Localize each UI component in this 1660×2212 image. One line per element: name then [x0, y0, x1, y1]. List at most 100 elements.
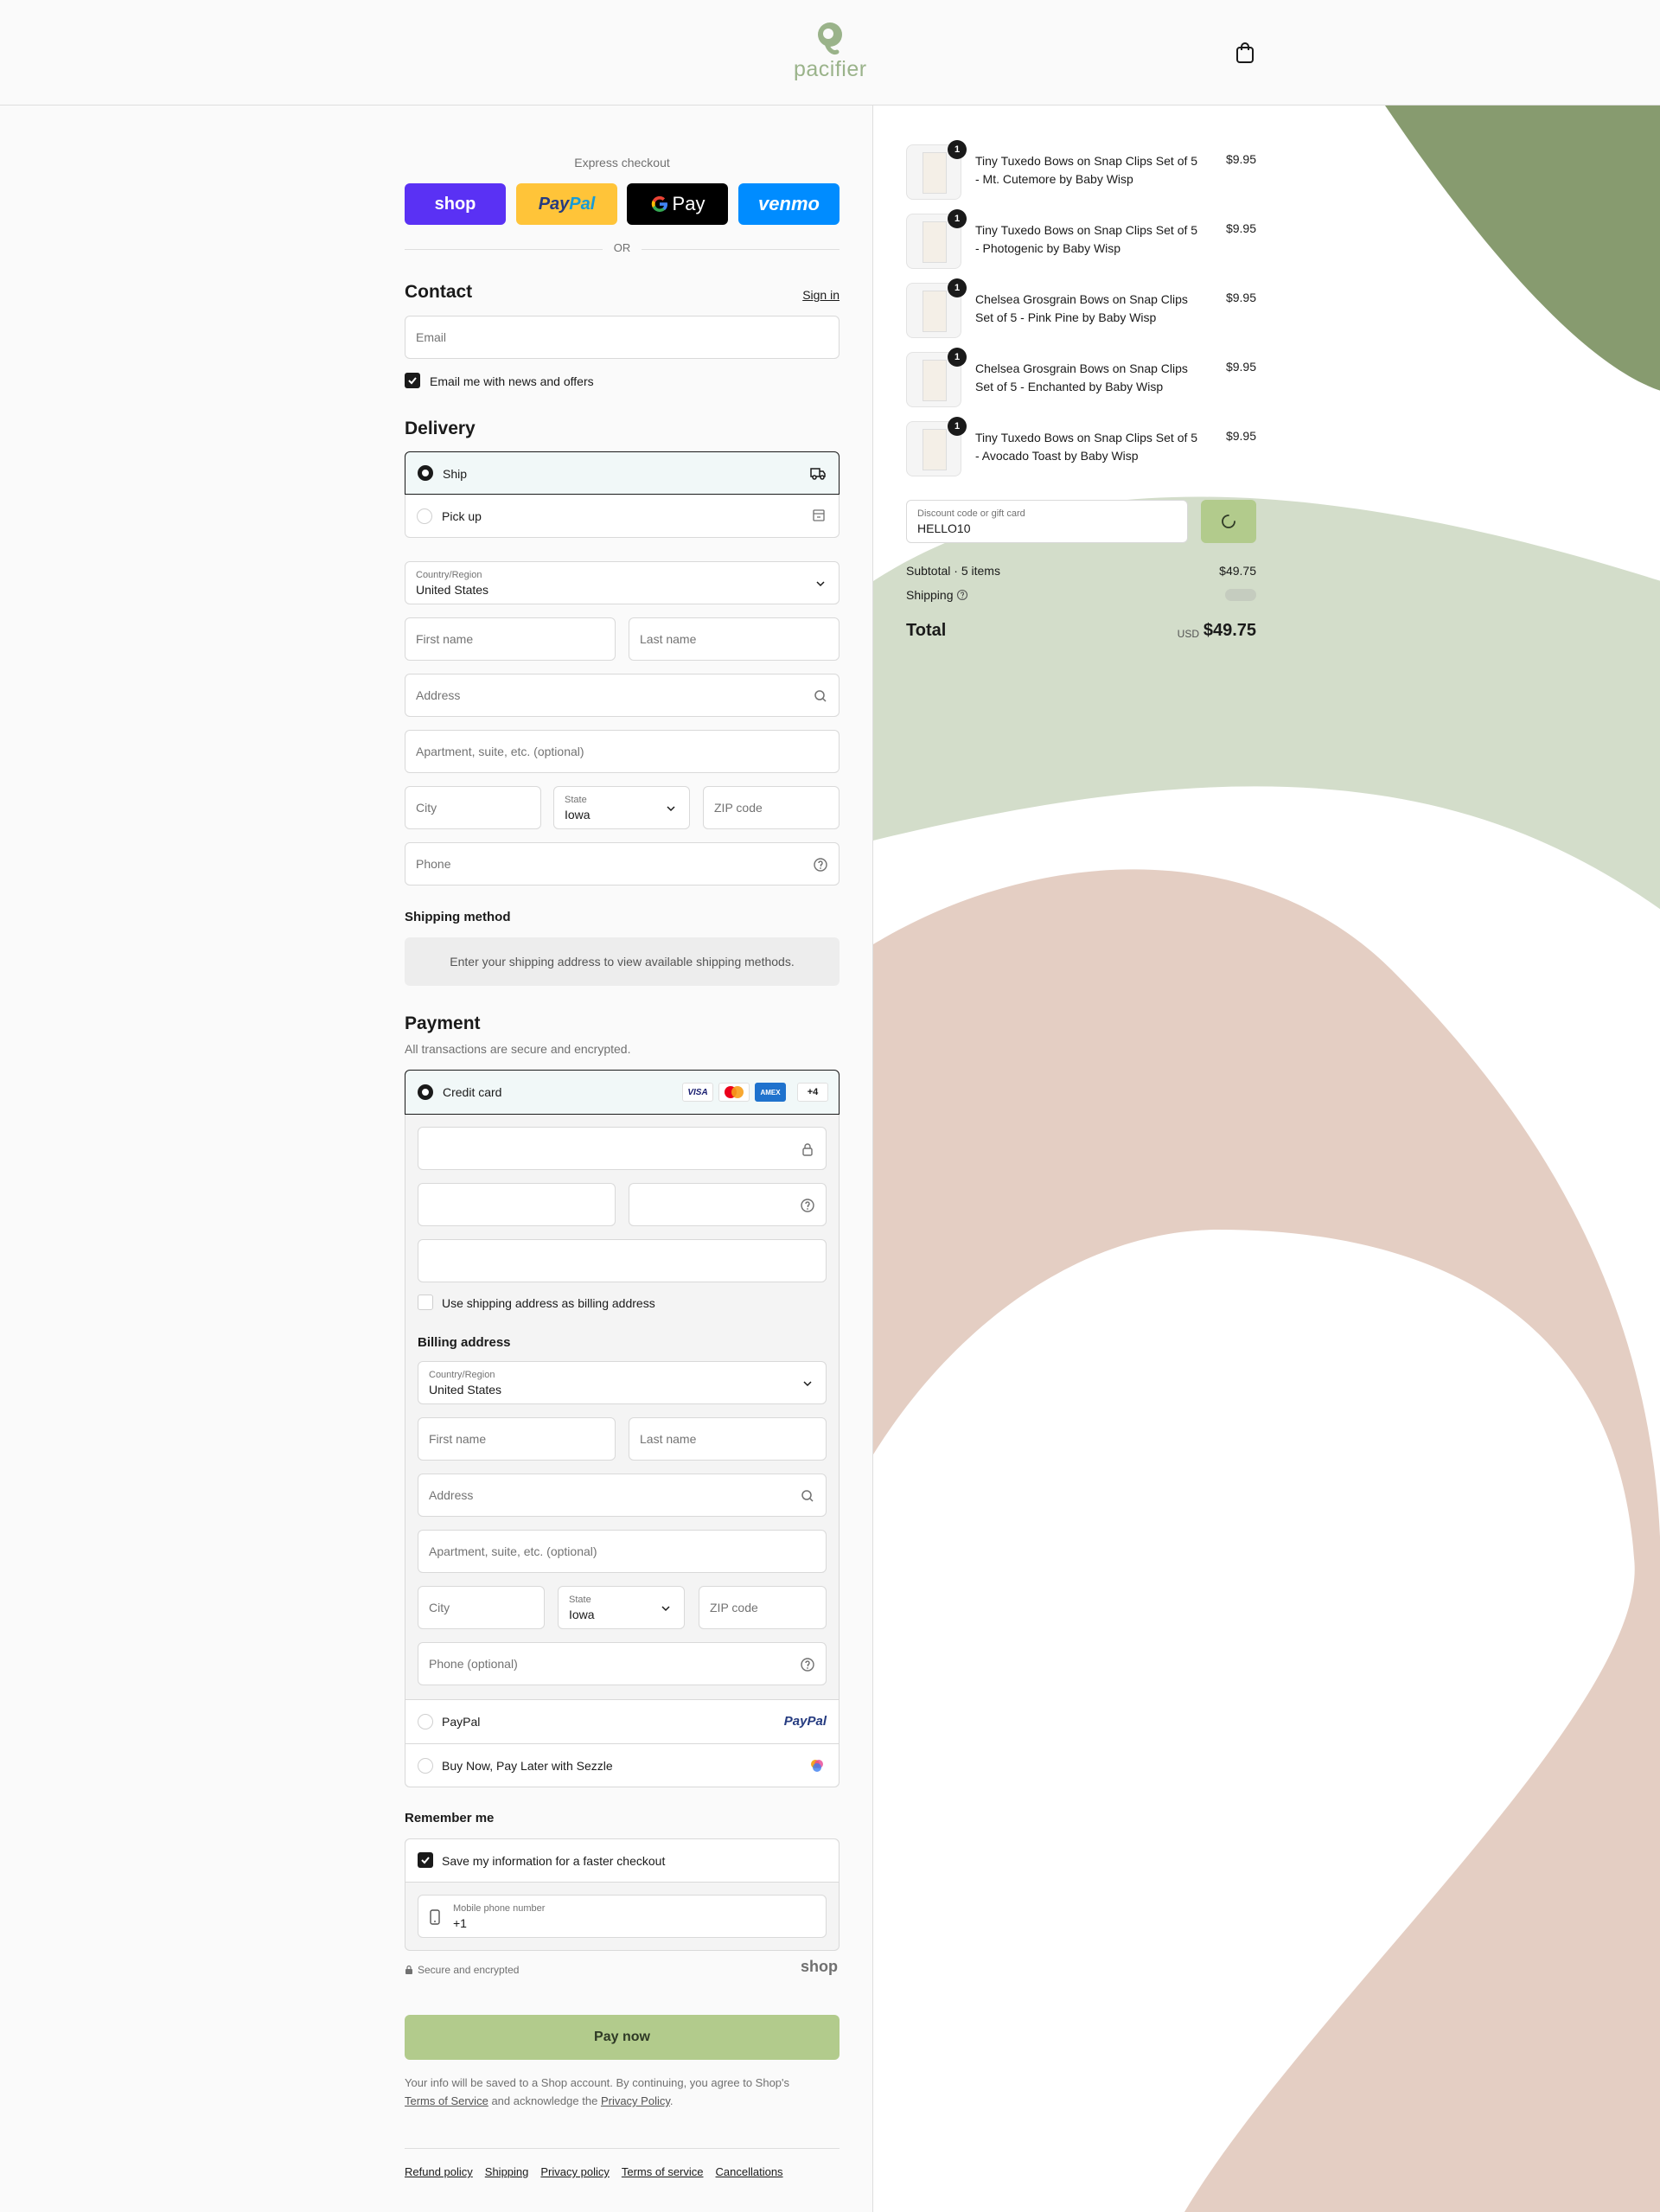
billing-state-select[interactable]: State Iowa — [558, 1586, 685, 1629]
terms-link[interactable]: Terms of Service — [405, 2094, 488, 2107]
billing-first-name-field[interactable]: First name — [418, 1417, 616, 1461]
last-name-field[interactable]: Last name — [629, 617, 840, 661]
pickup-option[interactable]: Pick up — [405, 495, 840, 538]
pay-now-button[interactable]: Pay now — [405, 2015, 840, 2060]
billing-country-label: Country/Region — [429, 1370, 495, 1380]
mobile-phone-label: Mobile phone number — [453, 1903, 546, 1914]
line-item: 1 Tiny Tuxedo Bows on Snap Clips Set of … — [906, 140, 1256, 200]
address-field[interactable]: Address — [405, 674, 840, 717]
save-info-checkbox[interactable] — [418, 1852, 433, 1868]
shipping-loading-placeholder — [1225, 589, 1256, 601]
billing-state-value: Iowa — [569, 1608, 595, 1621]
quantity-badge: 1 — [948, 140, 967, 159]
paypal-button[interactable]: Pay Pal — [516, 183, 617, 225]
shopping-bag-icon[interactable] — [1235, 42, 1255, 64]
mobile-phone-field[interactable]: Mobile phone number +1 — [418, 1895, 827, 1938]
product-price: $9.95 — [1225, 221, 1256, 235]
card-expiry-field[interactable] — [418, 1183, 616, 1226]
zip-field[interactable]: ZIP code — [703, 786, 840, 829]
pay-info-2: and acknowledge the — [491, 2094, 598, 2107]
shop-pay-logo: shop — [434, 194, 476, 214]
help-icon[interactable] — [800, 1657, 815, 1672]
currency-label: USD — [1177, 628, 1199, 640]
venmo-button[interactable]: venmo — [738, 183, 840, 225]
email-field[interactable]: Email — [405, 316, 840, 359]
chevron-down-icon — [661, 1606, 670, 1612]
billing-country-select[interactable]: Country/Region United States — [418, 1361, 827, 1404]
payment-subtitle: All transactions are secure and encrypte… — [405, 1042, 631, 1056]
store-icon — [813, 509, 825, 521]
billing-city-field[interactable]: City — [418, 1586, 545, 1629]
news-checkbox[interactable] — [405, 373, 420, 388]
chevron-down-icon — [667, 806, 675, 812]
pacifier-logo-icon — [818, 22, 842, 54]
chevron-down-icon — [803, 1381, 812, 1387]
credit-card-label: Credit card — [443, 1085, 502, 1099]
total-label: Total — [906, 621, 947, 640]
refund-policy-link[interactable]: Refund policy — [405, 2165, 473, 2178]
google-pay-label: Pay — [672, 193, 706, 214]
footer-links: Refund policy Shipping Privacy policy Te… — [405, 2165, 783, 2178]
help-icon[interactable] — [813, 857, 828, 873]
card-name-field[interactable] — [418, 1239, 827, 1282]
pay-info-1: Your info will be saved to a Shop accoun… — [405, 2076, 790, 2089]
line-item: 1 Tiny Tuxedo Bows on Snap Clips Set of … — [906, 209, 1256, 269]
total-value: $49.75 — [1203, 621, 1256, 640]
billing-phone-field[interactable]: Phone (optional) — [418, 1642, 827, 1685]
chevron-down-icon — [816, 581, 825, 587]
billing-apartment-field[interactable]: Apartment, suite, etc. (optional) — [418, 1530, 827, 1573]
privacy-policy-link[interactable]: Privacy policy — [540, 2165, 609, 2178]
sezzle-radio[interactable] — [418, 1758, 433, 1774]
shop-pay-button[interactable]: shop — [405, 183, 506, 225]
state-value: Iowa — [565, 808, 591, 822]
apply-discount-button[interactable] — [1201, 500, 1256, 543]
sezzle-option[interactable]: Buy Now, Pay Later with Sezzle — [405, 1743, 839, 1787]
card-cvv-field[interactable] — [629, 1183, 827, 1226]
amex-icon: AMEX — [755, 1083, 786, 1102]
terms-of-service-link[interactable]: Terms of service — [622, 2165, 704, 2178]
country-value: United States — [416, 583, 489, 597]
pacifier-logo[interactable]: pacifier — [794, 19, 866, 85]
city-field[interactable]: City — [405, 786, 541, 829]
state-select[interactable]: State Iowa — [553, 786, 690, 829]
quantity-badge: 1 — [948, 348, 967, 367]
country-select[interactable]: Country/Region United States — [405, 561, 840, 604]
search-icon — [801, 1490, 814, 1502]
google-pay-button[interactable]: Pay — [627, 183, 728, 225]
paypal-option[interactable]: PayPal PayPal — [405, 1699, 839, 1743]
product-name: Tiny Tuxedo Bows on Snap Clips Set of 5 … — [975, 154, 1198, 186]
shipping-method-heading: Shipping method — [405, 910, 511, 924]
billing-last-name-field[interactable]: Last name — [629, 1417, 827, 1461]
discount-code-field[interactable]: Discount code or gift card HELLO10 — [906, 500, 1188, 543]
sign-in-link[interactable]: Sign in — [802, 288, 840, 302]
phone-field[interactable]: Phone — [405, 842, 840, 885]
subtotal-value: $49.75 — [1219, 564, 1256, 578]
apartment-field[interactable]: Apartment, suite, etc. (optional) — [405, 730, 840, 773]
product-price: $9.95 — [1225, 291, 1256, 304]
help-icon[interactable] — [800, 1198, 815, 1213]
sezzle-icon — [811, 1760, 823, 1772]
card-number-field[interactable] — [418, 1127, 827, 1170]
billing-zip-field[interactable]: ZIP code — [699, 1586, 827, 1629]
shipping-link[interactable]: Shipping — [485, 2165, 529, 2178]
ship-label: Ship — [443, 467, 468, 481]
credit-card-radio[interactable] — [418, 1084, 433, 1100]
pay-info-text: Your info will be saved to a Shop accoun… — [405, 2074, 840, 2110]
pickup-radio[interactable] — [417, 508, 432, 524]
zip-placeholder: ZIP code — [714, 801, 763, 815]
use-shipping-checkbox[interactable] — [418, 1295, 433, 1310]
mobile-phone-icon — [430, 1909, 440, 1925]
privacy-link[interactable]: Privacy Policy — [601, 2094, 670, 2107]
paypal-radio[interactable] — [418, 1714, 433, 1729]
mastercard-logo — [725, 1086, 744, 1098]
first-name-field[interactable]: First name — [405, 617, 616, 661]
lock-icon — [802, 1143, 813, 1156]
help-icon[interactable] — [956, 589, 968, 601]
cancellations-link[interactable]: Cancellations — [716, 2165, 783, 2178]
subtotal-label: Subtotal · 5 items — [906, 564, 1000, 578]
billing-address-placeholder: Address — [429, 1488, 474, 1502]
credit-card-option[interactable]: Credit card VISA AMEX +4 — [405, 1070, 840, 1115]
billing-address-field[interactable]: Address — [418, 1474, 827, 1517]
ship-radio[interactable] — [418, 465, 433, 481]
ship-option[interactable]: Ship — [405, 451, 840, 495]
